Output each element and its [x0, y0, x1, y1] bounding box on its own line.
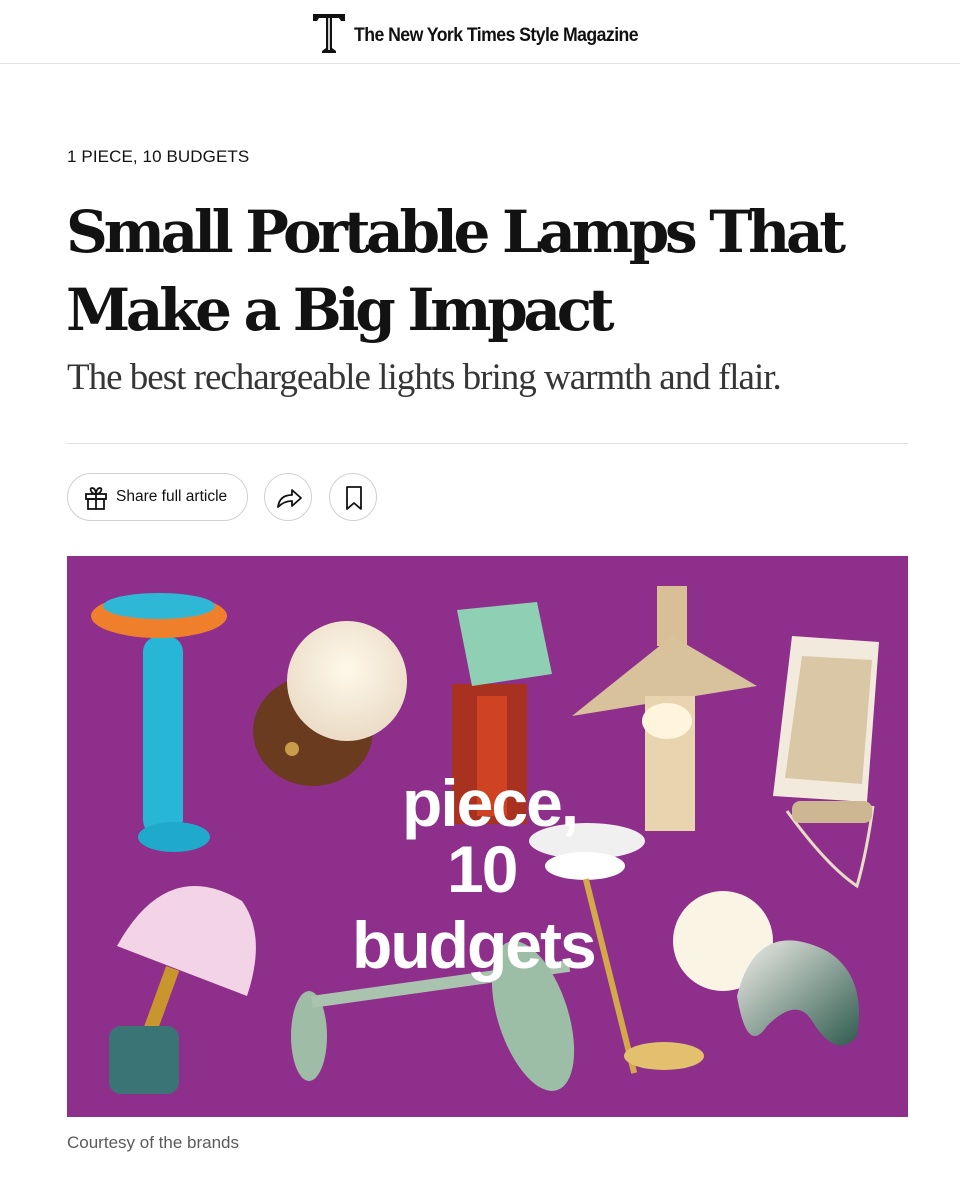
- hero-image: piece, 10 budgets: [67, 556, 908, 1117]
- article-kicker[interactable]: 1 PIECE, 10 BUDGETS: [67, 147, 249, 167]
- gift-icon: [85, 487, 107, 510]
- masthead: The New York Times Style Magazine: [0, 0, 960, 64]
- overlay-line-2: 10: [447, 832, 516, 906]
- article-headline: Small Portable Lamps That Make a Big Imp…: [66, 193, 926, 349]
- bookmark-icon: [346, 486, 362, 510]
- overlay-line-1: piece,: [402, 766, 577, 840]
- headline-line-1: Small Portable Lamps That: [66, 198, 846, 266]
- save-button[interactable]: [329, 473, 377, 521]
- headline-line-2: Make a Big Impact: [66, 276, 615, 344]
- share-button[interactable]: [264, 473, 312, 521]
- image-caption: Courtesy of the brands: [67, 1133, 239, 1152]
- divider: [67, 443, 908, 444]
- t-magazine-logo-icon[interactable]: [311, 12, 347, 54]
- share-full-article-button[interactable]: Share full article: [67, 473, 248, 521]
- masthead-title[interactable]: The New York Times Style Magazine: [354, 25, 639, 47]
- overlay-line-3: budgets: [352, 908, 595, 982]
- share-button-label: Share full article: [116, 488, 228, 505]
- article-subhead: The best rechargeable lights bring warmt…: [67, 357, 782, 398]
- share-arrow-icon: [277, 489, 302, 508]
